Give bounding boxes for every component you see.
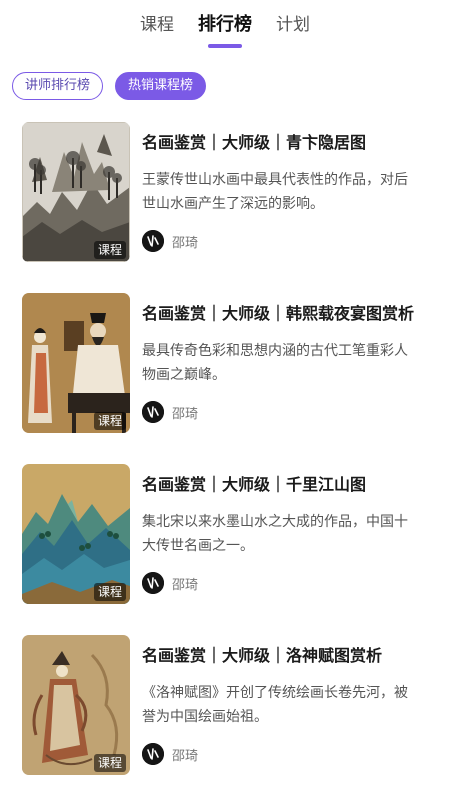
- course-list: 课程 名画鉴赏｜大师级｜青卞隐居图 王蒙传世山水画中最具代表性的作品，对后世山水…: [0, 122, 450, 800]
- course-thumbnail[interactable]: 课程: [22, 293, 130, 433]
- author-avatar: [142, 572, 164, 594]
- course-type-badge: 课程: [93, 241, 126, 259]
- course-author[interactable]: 邵琦: [142, 230, 198, 252]
- course-author[interactable]: 邵琦: [142, 572, 198, 594]
- course-list-item[interactable]: 课程 名画鉴赏｜大师级｜洛神赋图赏析 《洛神赋图》开创了传统绘画长卷先河，被誉为…: [0, 635, 450, 800]
- course-thumbnail[interactable]: 课程: [22, 122, 130, 262]
- course-thumbnail[interactable]: 课程: [22, 464, 130, 604]
- author-avatar: [142, 743, 164, 765]
- tab-courses[interactable]: 课程: [140, 14, 174, 36]
- ranking-filter-group: 讲师排行榜 热销课程榜: [12, 72, 207, 100]
- course-type-badge: 课程: [93, 412, 126, 430]
- active-tab-indicator: [208, 44, 242, 48]
- course-author[interactable]: 邵琦: [142, 743, 198, 765]
- course-title[interactable]: 名画鉴赏｜大师级｜青卞隐居图: [142, 132, 420, 154]
- author-avatar: [142, 401, 164, 423]
- course-thumbnail[interactable]: 课程: [22, 635, 130, 775]
- tab-ranking[interactable]: 排行榜: [198, 14, 252, 48]
- filter-teacher-ranking[interactable]: 讲师排行榜: [12, 72, 104, 100]
- course-type-badge: 课程: [93, 583, 126, 601]
- author-name: 邵琦: [172, 748, 199, 764]
- author-name: 邵琦: [172, 577, 199, 593]
- course-list-item[interactable]: 课程 名画鉴赏｜大师级｜千里江山图 集北宋以来水墨山水之大成的作品，中国十大传世…: [0, 464, 450, 635]
- course-list-item[interactable]: 课程 名画鉴赏｜大师级｜青卞隐居图 王蒙传世山水画中最具代表性的作品，对后世山水…: [0, 122, 450, 293]
- course-title[interactable]: 名画鉴赏｜大师级｜韩熙载夜宴图赏析: [142, 303, 420, 325]
- course-list-item[interactable]: 课程 名画鉴赏｜大师级｜韩熙载夜宴图赏析 最具传奇色彩和思想内涵的古代工笔重彩人…: [0, 293, 450, 464]
- course-type-badge: 课程: [93, 754, 126, 772]
- course-description: 最具传奇色彩和思想内涵的古代工笔重彩人物画之巅峰。: [142, 343, 408, 383]
- course-author[interactable]: 邵琦: [142, 401, 198, 423]
- filter-bestselling-courses[interactable]: 热销课程榜: [115, 72, 207, 100]
- course-title[interactable]: 名画鉴赏｜大师级｜千里江山图: [142, 474, 420, 496]
- course-description: 集北宋以来水墨山水之大成的作品，中国十大传世名画之一。: [142, 514, 408, 554]
- author-name: 邵琦: [172, 406, 199, 422]
- course-description: 王蒙传世山水画中最具代表性的作品，对后世山水画产生了深远的影响。: [142, 172, 408, 212]
- author-avatar: [142, 230, 164, 252]
- author-name: 邵琦: [172, 235, 199, 251]
- top-tab-bar: 课程 排行榜 计划: [0, 0, 450, 52]
- course-title[interactable]: 名画鉴赏｜大师级｜洛神赋图赏析: [142, 645, 420, 667]
- tab-plan[interactable]: 计划: [276, 14, 310, 36]
- tab-ranking-label: 排行榜: [198, 14, 252, 35]
- course-description: 《洛神赋图》开创了传统绘画长卷先河，被誉为中国绘画始祖。: [142, 685, 408, 725]
